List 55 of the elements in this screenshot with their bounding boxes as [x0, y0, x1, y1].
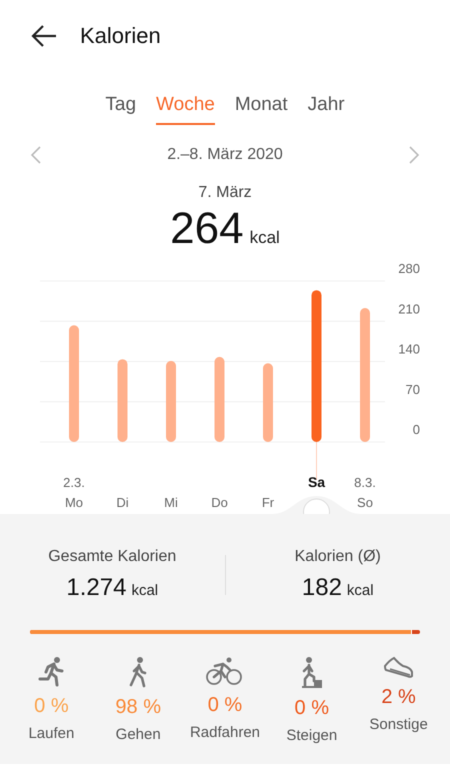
day-label: Mi: [164, 495, 178, 510]
day-label: Di: [116, 495, 129, 510]
next-week-button[interactable]: [408, 146, 420, 164]
running-figure-icon: [38, 656, 64, 687]
stat-value: 182: [302, 574, 342, 602]
bar[interactable]: [214, 356, 224, 442]
y-axis-label: 280: [398, 261, 420, 276]
unit-label: kcal: [131, 582, 158, 599]
bar[interactable]: [263, 363, 273, 442]
previous-week-button[interactable]: [30, 146, 42, 164]
activity-label: Radfahren: [190, 724, 260, 741]
activity-label: Gehen: [116, 726, 161, 743]
day-label: So: [357, 495, 373, 510]
stair-climber-icon: [300, 656, 323, 689]
day-label: Do: [211, 495, 228, 510]
selected-date: 7. März: [198, 184, 252, 202]
activity-percent: 0 %: [294, 697, 330, 720]
page-title: Kalorien: [80, 23, 161, 49]
y-axis-label: 140: [398, 342, 420, 356]
day-label: Fr: [262, 495, 274, 510]
y-axis-label: 210: [398, 301, 420, 316]
y-axis-label: 0: [412, 422, 420, 437]
activity-label: Sonstige: [369, 716, 428, 733]
activity-percent: 98 %: [115, 696, 161, 719]
bar[interactable]: [118, 359, 128, 442]
y-axis-label: 70: [406, 382, 420, 397]
cyclist-icon: [206, 656, 244, 686]
chevron-left-icon: [30, 146, 42, 164]
stat-label: Gesamte Kalorien: [48, 548, 176, 566]
bar[interactable]: [69, 325, 79, 442]
activity-percent: 0 %: [208, 694, 242, 717]
period-tab[interactable]: Tag: [105, 92, 136, 125]
activity-percent: 0 %: [34, 695, 69, 718]
selection-line: [316, 442, 317, 480]
stat-value: 1.274: [66, 574, 126, 602]
calorie-value: 264: [170, 204, 244, 254]
shoe-icon: [383, 656, 414, 678]
date-label: 2.3.: [63, 475, 85, 490]
chevron-right-icon: [408, 146, 420, 164]
activity-percent: 2 %: [381, 686, 416, 709]
bar[interactable]: [360, 308, 370, 442]
day-label: Sa: [308, 474, 326, 490]
date-label: 8.3.: [354, 475, 376, 490]
period-tab[interactable]: Monat: [234, 92, 288, 125]
day-label: Mo: [64, 495, 84, 510]
activity-label: Steigen: [286, 727, 338, 744]
unit-label: kcal: [346, 582, 374, 599]
bar[interactable]: [312, 290, 322, 442]
bar[interactable]: [166, 360, 176, 442]
walking-figure-icon: [129, 656, 148, 688]
activity-label: Laufen: [28, 725, 74, 742]
period-tab[interactable]: Jahr: [308, 92, 345, 125]
stat-label: Kalorien (Ø): [294, 548, 381, 566]
unit-label: kcal: [250, 228, 280, 248]
date-range: 2.–8. März 2020: [167, 146, 283, 164]
